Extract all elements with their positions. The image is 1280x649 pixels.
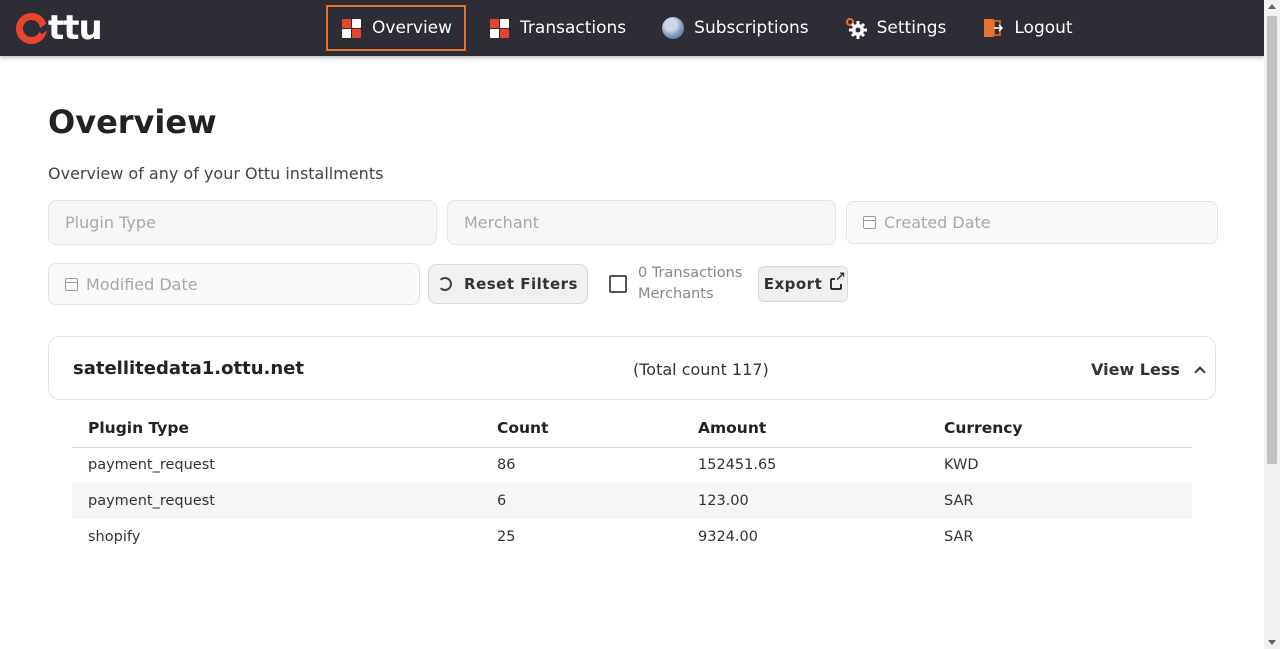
table-row: payment_request 6 123.00 SAR (72, 483, 1192, 519)
view-less-toggle[interactable]: View Less (1091, 360, 1206, 379)
plugin-summary-table: Plugin Type Count Amount Currency paymen… (72, 409, 1192, 555)
reset-filters-label: Reset Filters (464, 275, 578, 293)
nav-item-logout[interactable]: Logout (968, 5, 1086, 51)
total-count: (Total count 117) (633, 360, 769, 379)
cell-count: 86 (497, 457, 516, 474)
checkbox-label-line2: Merchants (638, 286, 714, 302)
table-row: shopify 25 9324.00 SAR (72, 519, 1192, 555)
cell-currency: KWD (944, 457, 979, 474)
door-icon (982, 17, 1004, 39)
grid-icon (488, 17, 510, 39)
chevron-up-icon (1194, 365, 1206, 378)
nav-item-settings[interactable]: Settings (831, 5, 961, 51)
header-count: Count (481, 409, 682, 448)
grid-icon (340, 17, 362, 39)
table-header-row: Plugin Type Count Amount Currency (72, 409, 1192, 448)
ottu-logo[interactable]: ttu (16, 8, 103, 48)
header-currency: Currency (928, 409, 1192, 448)
nav-item-subscriptions[interactable]: Subscriptions (648, 5, 822, 51)
scroll-up-icon[interactable] (1268, 4, 1276, 9)
cell-currency: SAR (944, 529, 974, 545)
gear-icon (845, 17, 867, 39)
view-less-label: View Less (1091, 360, 1180, 379)
cell-plugin-type: shopify (88, 529, 141, 545)
page-subtitle: Overview of any of your Ottu installment… (48, 164, 384, 183)
cell-amount: 9324.00 (698, 529, 758, 545)
plugin-type-select[interactable]: Plugin Type (48, 200, 437, 245)
globe-icon (662, 17, 685, 39)
calendar-icon (65, 277, 78, 291)
created-date-placeholder: Created Date (884, 213, 991, 232)
cell-plugin-type: payment_request (72, 483, 481, 519)
plugin-type-placeholder: Plugin Type (65, 213, 156, 232)
reset-filters-button[interactable]: Reset Filters (428, 264, 588, 304)
zero-transactions-label: 0 Transactions Merchants (638, 263, 748, 305)
main-nav: Overview Transactions Subscriptions Sett… (326, 5, 1095, 51)
modified-date-placeholder: Modified Date (86, 274, 198, 294)
logo-o-ring (16, 12, 47, 44)
header-amount: Amount (682, 409, 928, 448)
top-navbar: ttu Overview Transactions Subscriptions (0, 0, 1264, 56)
page-title: Overview (48, 103, 217, 141)
nav-label: Subscriptions (694, 18, 809, 38)
checkbox-label-line1: 0 Transactions (638, 265, 743, 281)
created-date-picker[interactable]: Created Date (846, 201, 1218, 244)
nav-item-overview[interactable]: Overview (326, 5, 467, 51)
scroll-thumb[interactable] (1267, 16, 1277, 464)
nav-label: Settings (876, 18, 947, 38)
external-link-icon (830, 271, 847, 290)
merchant-domain: satellitedata1.ottu.net (73, 358, 304, 379)
zero-transactions-checkbox[interactable] (609, 275, 627, 293)
header-plugin-type: Plugin Type (72, 409, 481, 448)
export-label: Export (763, 275, 823, 293)
calendar-icon (863, 216, 876, 229)
merchant-placeholder: Merchant (464, 213, 540, 232)
nav-label: Overview (372, 18, 453, 38)
cell-count: 25 (497, 529, 516, 545)
logo-text: ttu (48, 8, 103, 48)
vertical-scrollbar[interactable] (1264, 0, 1280, 649)
scroll-down-icon[interactable] (1268, 640, 1276, 645)
cell-count: 6 (481, 483, 682, 519)
cell-plugin-type: payment_request (88, 457, 215, 474)
nav-item-transactions[interactable]: Transactions (474, 5, 640, 51)
reset-icon (438, 277, 453, 291)
merchant-select[interactable]: Merchant (447, 200, 836, 245)
cell-currency: SAR (928, 483, 1192, 519)
nav-label: Logout (1014, 18, 1073, 38)
nav-label: Transactions (520, 18, 627, 38)
table-row: payment_request 86 152451.65 KWD (72, 447, 1192, 483)
merchant-summary-card: satellitedata1.ottu.net (Total count 117… (48, 336, 1216, 400)
export-button[interactable]: Export (758, 266, 848, 302)
modified-date-picker[interactable]: Modified Date (48, 263, 420, 305)
cell-amount: 123.00 (682, 483, 928, 519)
cell-amount: 152451.65 (698, 457, 777, 474)
